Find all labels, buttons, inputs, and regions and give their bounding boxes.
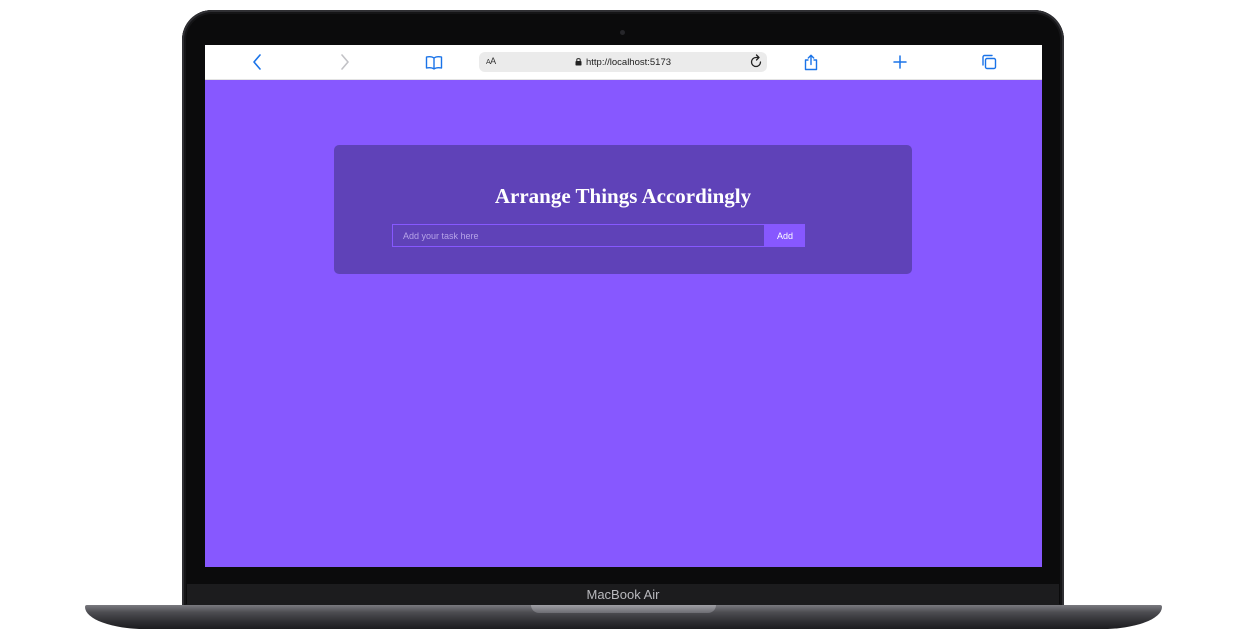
share-button[interactable] [802,53,820,71]
page-title: Arrange Things Accordingly [494,184,752,208]
webcam [620,30,625,35]
add-task-form: Add [392,224,805,247]
url-text: http://localhost:5173 [586,56,672,68]
tabs-icon [981,54,997,70]
todo-card: Arrange Things Accordingly Add [334,145,912,274]
chevron-left-icon [252,54,262,70]
laptop-thumb-notch [531,605,716,613]
back-button[interactable] [248,53,266,71]
new-tab-button[interactable] [891,53,909,71]
reload-icon [749,54,763,73]
bookmarks-button[interactable] [425,53,443,71]
laptop-mockup: AA http://localhost:5173 Arrange Things … [0,0,1241,635]
reload-button[interactable] [749,54,763,74]
chevron-right-icon [340,54,350,70]
browser-window: AA http://localhost:5173 Arrange Things … [205,45,1042,567]
reader-view-button[interactable]: AA [486,56,496,66]
lock-icon [575,53,582,71]
browser-toolbar: AA http://localhost:5173 [205,45,1042,80]
share-icon [804,54,818,71]
book-icon [425,55,443,70]
task-input[interactable] [392,224,765,247]
add-button[interactable]: Add [765,224,805,247]
forward-button[interactable] [336,53,354,71]
plus-icon [893,55,907,69]
tabs-overview-button[interactable] [980,53,998,71]
address-bar[interactable]: AA http://localhost:5173 [479,52,767,72]
device-brand-label: MacBook Air [586,587,660,602]
